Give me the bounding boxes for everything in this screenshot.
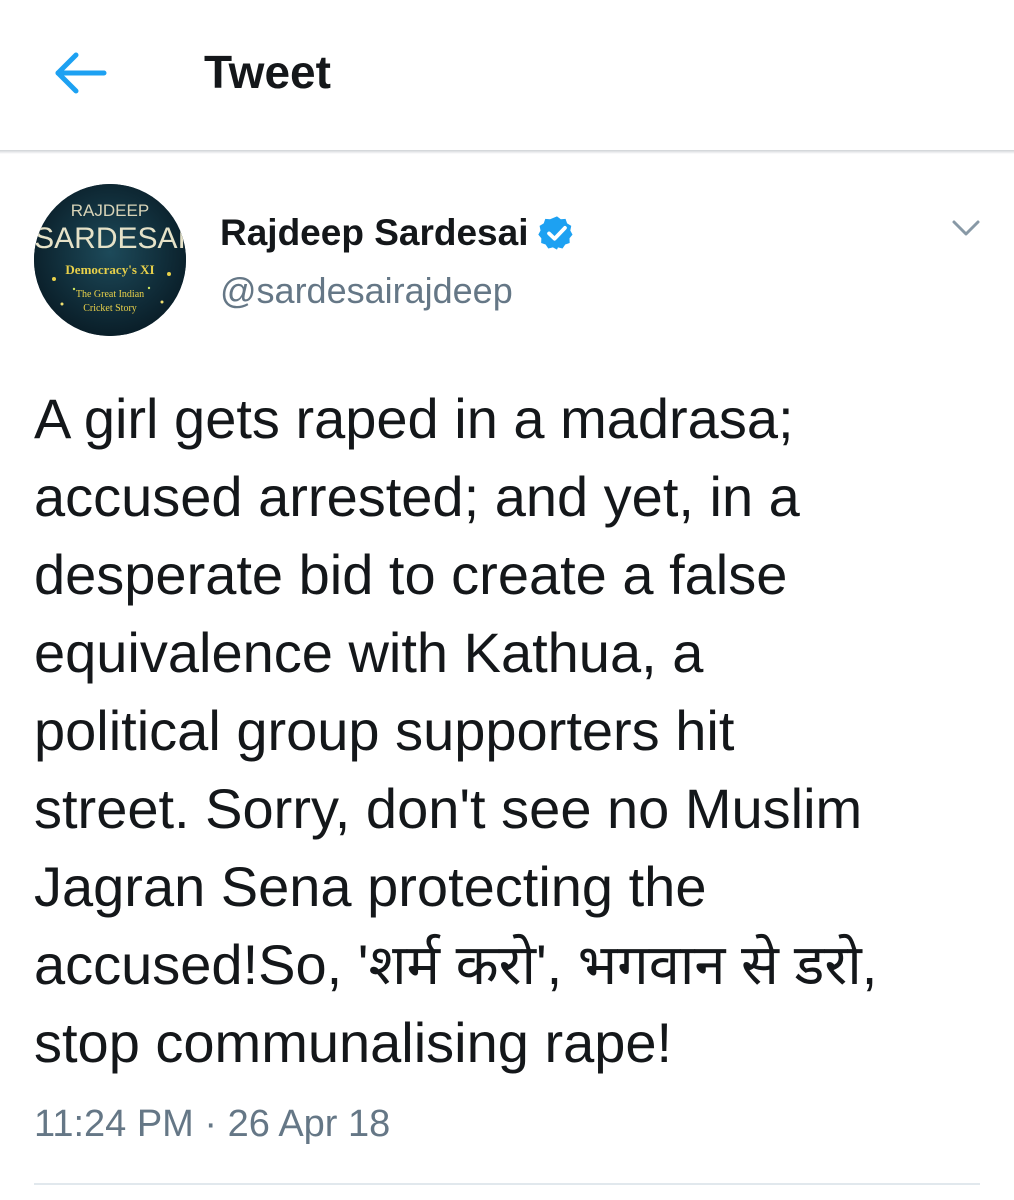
header-divider: [0, 150, 1014, 154]
avatar-image: RAJDEEP SARDESAI Democracy's XI The Grea…: [34, 184, 186, 336]
avatar-text-1: RAJDEEP: [71, 201, 149, 220]
avatar-text-2: SARDESAI: [34, 222, 186, 255]
tweet-timestamp: 11:24 PM · 26 Apr 18: [34, 1103, 391, 1145]
avatar[interactable]: RAJDEEP SARDESAI Democracy's XI The Grea…: [34, 184, 186, 336]
verified-badge-icon: [538, 216, 574, 250]
chevron-down-icon[interactable]: [946, 208, 986, 248]
author-name-row[interactable]: Rajdeep Sardesai: [220, 210, 576, 256]
avatar-text-5: Cricket Story: [83, 303, 137, 314]
avatar-text-4: The Great Indian: [76, 289, 144, 300]
divider: [34, 1183, 980, 1185]
author-handle[interactable]: @sardesairajdeep: [220, 268, 513, 314]
back-arrow-icon[interactable]: [52, 50, 108, 96]
avatar-text-3: Democracy's XI: [65, 262, 154, 277]
page-title: Tweet: [204, 46, 331, 98]
tweet-text: A girl gets raped in a madrasa; accused …: [34, 387, 878, 1074]
author-name: Rajdeep Sardesai: [220, 212, 529, 253]
top-bar: Tweet: [0, 0, 1014, 150]
